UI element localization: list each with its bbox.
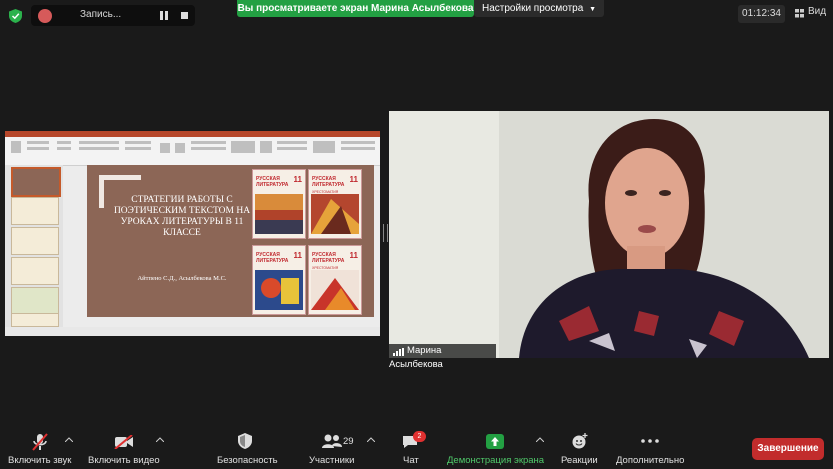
caret-up-icon[interactable] — [536, 437, 544, 442]
ppt-ribbon — [5, 137, 380, 166]
caret-up-icon[interactable] — [367, 437, 375, 442]
security-icon[interactable] — [238, 433, 252, 449]
grid-icon[interactable] — [795, 9, 805, 18]
screen-share-banner: Вы просматриваете экран Марина Асылбеков… — [237, 0, 474, 17]
view-button[interactable]: Вид — [808, 6, 826, 17]
book-number: 11 — [349, 251, 358, 260]
book-cover: РУССКАЯ ЛИТЕРАТУРА 11 — [252, 169, 306, 239]
book-cover: РУССКАЯ ЛИТЕРАТУРА 11 — [252, 245, 306, 315]
ribbon-controls — [11, 141, 375, 153]
book-cover: РУССКАЯ ЛИТЕРАТУРА 11 ХРЕСТОМАТИЯ — [308, 169, 362, 239]
book-cover: РУССКАЯ ЛИТЕРАТУРА 11 ХРЕСТОМАТИЯ — [308, 245, 362, 315]
video-label[interactable]: Включить видео — [88, 455, 160, 466]
meeting-timer: 01:12:34 — [738, 5, 785, 23]
shield-icon[interactable] — [9, 9, 22, 23]
chevron-down-icon: ▼ — [589, 6, 596, 13]
reactions-icon[interactable] — [572, 433, 588, 449]
slide-thumbnail[interactable] — [11, 287, 59, 315]
book-number: 11 — [349, 175, 358, 184]
slide-thumbnail[interactable] — [11, 313, 59, 327]
book-cover-image — [311, 194, 359, 234]
chat-label[interactable]: Чат — [403, 455, 419, 466]
slide-thumbnail[interactable] — [11, 197, 59, 225]
panel-splitter[interactable] — [383, 224, 388, 242]
participants-label[interactable]: Участники — [309, 455, 354, 466]
shared-screen: СТРАТЕГИИ РАБОТЫ С ПОЭТИЧЕСКИМ ТЕКСТОМ Н… — [5, 131, 380, 336]
signal-icon — [393, 348, 404, 356]
book-number: 11 — [293, 175, 302, 184]
more-label[interactable]: Дополнительно — [616, 455, 684, 466]
video-off-icon[interactable] — [114, 435, 134, 449]
slide-thumbnail[interactable] — [11, 257, 59, 285]
slide-authors: Айтпено С.Д., Асылбекова М.С. — [137, 275, 227, 282]
slide-thumbnail[interactable] — [11, 227, 59, 255]
security-label[interactable]: Безопасность — [217, 455, 278, 466]
more-icon[interactable] — [641, 439, 659, 443]
recording-label: Запись... — [80, 9, 122, 20]
book-number: 11 — [293, 251, 302, 260]
reactions-label[interactable]: Реакции — [561, 455, 598, 466]
participants-count: 29 — [343, 436, 354, 447]
slide-thumbnails[interactable] — [5, 165, 63, 327]
participant-video-image — [389, 111, 829, 358]
slide-thumbnail[interactable] — [11, 167, 61, 197]
book-cover-image — [311, 270, 359, 310]
view-options-label: Настройки просмотра — [482, 3, 584, 14]
book-cover-image — [255, 194, 303, 234]
participants-icon[interactable] — [322, 434, 342, 448]
share-screen-icon[interactable] — [486, 434, 504, 449]
current-slide: СТРАТЕГИИ РАБОТЫ С ПОЭТИЧЕСКИМ ТЕКСТОМ Н… — [87, 165, 374, 317]
book-cover-image — [255, 270, 303, 310]
participant-video — [389, 111, 829, 358]
share-screen-label[interactable]: Демонстрация экрана — [447, 455, 544, 466]
record-icon — [38, 9, 52, 23]
caret-up-icon[interactable] — [65, 437, 73, 442]
ppt-statusbar — [5, 327, 380, 336]
end-meeting-button[interactable]: Завершение — [752, 438, 824, 460]
chat-badge: 2 — [413, 431, 426, 442]
mic-off-icon[interactable] — [32, 433, 48, 451]
stop-icon[interactable] — [181, 12, 188, 19]
caret-up-icon[interactable] — [156, 437, 164, 442]
pause-icon[interactable] — [160, 11, 168, 20]
slide-title: СТРАТЕГИИ РАБОТЫ С ПОЭТИЧЕСКИМ ТЕКСТОМ Н… — [113, 195, 251, 238]
view-options-button[interactable]: Настройки просмотра ▼ — [474, 0, 604, 17]
participant-name-tag: Марина Асылбекова — [389, 344, 496, 370]
mic-label[interactable]: Включить звук — [8, 455, 71, 466]
